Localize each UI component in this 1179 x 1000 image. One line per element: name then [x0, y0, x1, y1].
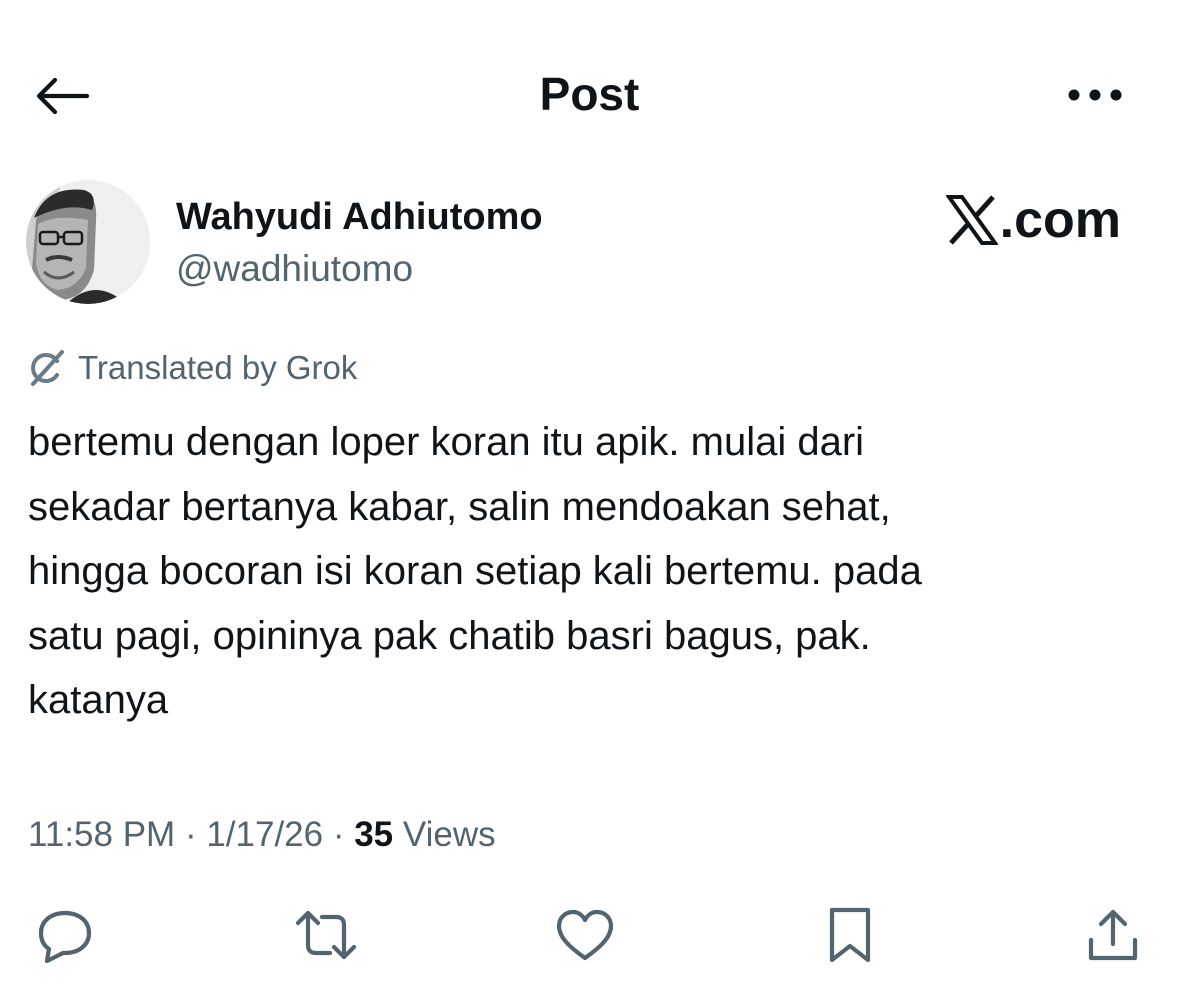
more-options-button[interactable]	[1060, 72, 1130, 118]
author-name[interactable]: Wahyudi Adhiutomo	[176, 194, 543, 240]
reply-button[interactable]	[30, 900, 100, 970]
page-title: Post	[539, 68, 640, 120]
more-horizontal-icon	[1067, 88, 1123, 102]
brand-watermark: .com	[945, 190, 1121, 250]
repost-button[interactable]	[291, 900, 361, 970]
action-bar	[0, 900, 1179, 970]
views-label[interactable]: Views	[393, 815, 496, 855]
meta-separator: ·	[175, 815, 207, 854]
post-meta: 11:58 PM · 1/17/26 · 35 Views	[28, 810, 496, 860]
translation-label: Translated by Grok	[78, 349, 358, 386]
share-button[interactable]	[1078, 900, 1148, 970]
translation-badge[interactable]: Translated by Grok	[26, 345, 357, 391]
author-handle[interactable]: @wadhiutomo	[176, 246, 413, 292]
share-upload-icon	[1085, 906, 1141, 964]
repost-icon	[294, 907, 358, 963]
post-date[interactable]: 1/17/26	[206, 815, 323, 855]
bookmark-button[interactable]	[815, 900, 885, 970]
grok-icon	[26, 348, 66, 388]
reply-bubble-icon	[37, 907, 93, 963]
views-count[interactable]: 35	[354, 815, 393, 855]
post-detail-page: Post Wahyudi Adhiutomo @wadhiutomo .com …	[0, 0, 1179, 1000]
top-bar: Post	[0, 0, 1179, 190]
x-logo-icon	[945, 194, 998, 246]
brand-suffix: .com	[999, 191, 1121, 249]
like-button[interactable]	[550, 900, 620, 970]
heart-icon	[555, 908, 615, 962]
post-text: bertemu dengan loper koran itu apik. mul…	[28, 420, 922, 722]
post-time[interactable]: 11:58 PM	[28, 815, 175, 855]
bookmark-icon	[828, 906, 872, 964]
avatar[interactable]	[26, 180, 150, 304]
meta-separator: ·	[323, 815, 355, 854]
